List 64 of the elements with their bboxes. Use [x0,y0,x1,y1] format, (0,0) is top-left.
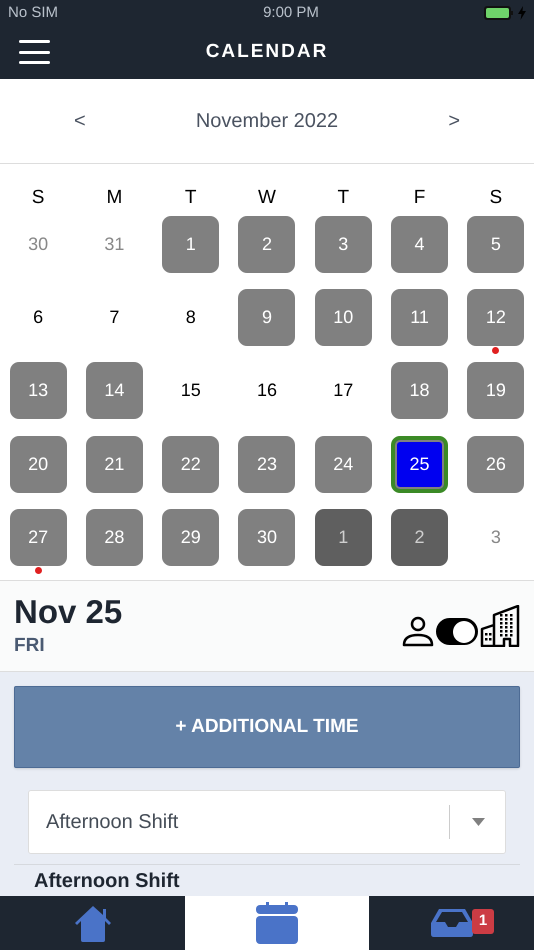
day-cell[interactable]: 2 [238,216,296,273]
inbox-icon [430,909,472,937]
page-title: CALENDAR [206,40,328,64]
day-cell[interactable]: 10 [314,289,372,346]
day-cell[interactable]: 23 [238,436,296,493]
shift-select[interactable]: Afternoon Shift [28,790,506,854]
day-cell[interactable]: 12 [467,289,524,346]
day-cell[interactable]: 28 [86,508,143,566]
day-cell[interactable]: 13 [10,362,67,420]
day-cell[interactable]: 2 [391,508,448,566]
buildings-icon [480,605,520,647]
day-cell[interactable]: 4 [391,216,448,273]
tab-bar-item[interactable] [185,896,369,950]
weekday-label: S [32,186,44,210]
month-label: November 2022 [196,109,338,134]
day-cell[interactable]: 1 [162,216,220,273]
day-number[interactable]: 30 [10,216,67,273]
day-cell[interactable]: 3 [314,216,372,273]
day-cell[interactable]: 14 [86,362,143,420]
day-cell[interactable]: 24 [314,436,372,493]
section-heading: Afternoon Shift [34,870,180,892]
day-cell[interactable]: 27 [10,508,67,566]
next-month-button[interactable]: > [446,106,462,136]
clock-text: 9:00 PM [263,2,319,23]
day-number[interactable]: 17 [314,362,372,420]
day-cell[interactable]: 5 [467,216,524,273]
day-number[interactable]: 16 [238,362,296,420]
weekday-label: S [490,186,502,210]
day-cell[interactable]: 9 [238,289,296,346]
weekday-label: M [106,186,122,210]
day-cell[interactable]: 21 [86,436,143,493]
dropdown-caret-icon [472,818,485,826]
person-icon [402,615,434,647]
day-cell[interactable]: 19 [467,362,524,420]
selected-date: Nov 25 [14,592,122,632]
notification-badge: 1 [472,909,494,934]
weekday-label: W [258,186,276,210]
day-cell[interactable]: 30 [238,508,296,566]
battery-icon [484,6,514,20]
view-toggle[interactable] [436,618,478,645]
day-cell[interactable]: 1 [314,508,372,566]
day-number[interactable]: 31 [86,216,143,273]
day-cell[interactable]: 22 [162,436,220,493]
day-cell[interactable]: 25 [391,436,448,493]
selected-weekday: FRI [14,634,46,658]
weekday-label: T [337,186,350,210]
weekday-label: T [184,186,196,210]
day-number[interactable]: 6 [10,289,67,346]
previous-month-button[interactable]: < [72,106,88,136]
day-cell[interactable]: 29 [162,508,220,566]
calendar-icon [256,902,298,944]
day-cell[interactable]: 18 [391,362,448,420]
day-cell[interactable]: 20 [10,436,67,493]
menu-button[interactable] [19,39,50,65]
home-icon [72,904,112,942]
carrier-text: No SIM [8,2,58,23]
day-number[interactable]: 8 [162,289,220,346]
day-number[interactable]: 3 [467,508,524,566]
day-number[interactable]: 7 [86,289,143,346]
day-cell[interactable]: 11 [391,289,448,346]
add-time-button[interactable]: + ADDITIONAL TIME [14,686,520,768]
day-number[interactable]: 15 [162,362,220,420]
day-cell[interactable]: 26 [467,436,524,493]
weekday-label: F [414,186,426,210]
